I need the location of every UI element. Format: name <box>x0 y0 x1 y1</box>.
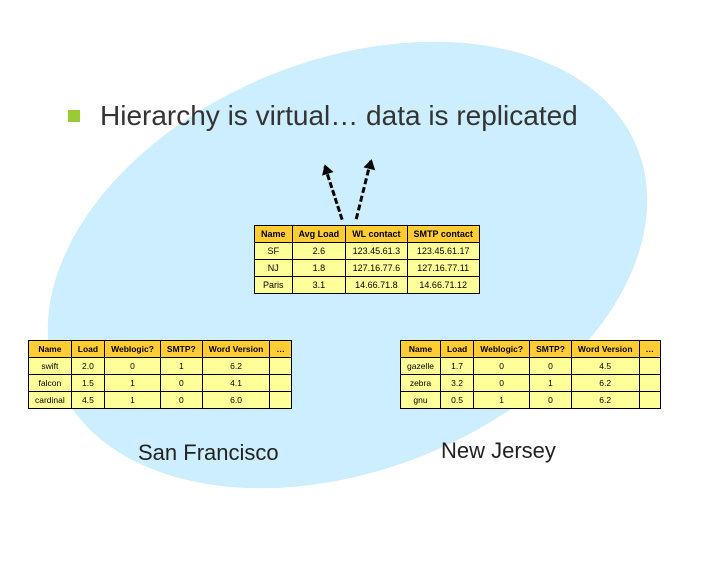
sf-hosts-table: Name Load Weblogic? SMTP? Word Version …… <box>28 340 292 409</box>
title-bullet <box>68 110 80 122</box>
table-row: SF2.6123.45.61.3123.45.61.17 <box>255 243 480 260</box>
summary-table: Name Avg Load WL contact SMTP contact SF… <box>254 225 480 294</box>
table-header-row: Name Load Weblogic? SMTP? Word Version … <box>29 341 292 358</box>
table-row: NJ1.8127.16.77.6127.16.77.11 <box>255 260 480 277</box>
nj-caption: New Jersey <box>441 438 556 464</box>
table-row: Paris3.114.66.71.814.66.71.12 <box>255 277 480 294</box>
table-row: falcon1.5104.1 <box>29 375 292 392</box>
col-name: Name <box>255 226 293 243</box>
sf-caption: San Francisco <box>138 440 279 466</box>
col-wl-contact: WL contact <box>346 226 407 243</box>
slide-title: Hierarchy is virtual… data is replicated <box>100 100 578 132</box>
col-smtp-contact: SMTP contact <box>407 226 479 243</box>
table-row: swift2.0016.2 <box>29 358 292 375</box>
table-row: cardinal4.5106.0 <box>29 392 292 409</box>
nj-hosts-table: Name Load Weblogic? SMTP? Word Version …… <box>400 340 661 409</box>
table-row: gazelle1.7004.5 <box>401 358 661 375</box>
table-row: zebra3.2016.2 <box>401 375 661 392</box>
table-row: gnu0.5106.2 <box>401 392 661 409</box>
col-avg-load: Avg Load <box>292 226 346 243</box>
table-header-row: Name Load Weblogic? SMTP? Word Version … <box>401 341 661 358</box>
table-header-row: Name Avg Load WL contact SMTP contact <box>255 226 480 243</box>
